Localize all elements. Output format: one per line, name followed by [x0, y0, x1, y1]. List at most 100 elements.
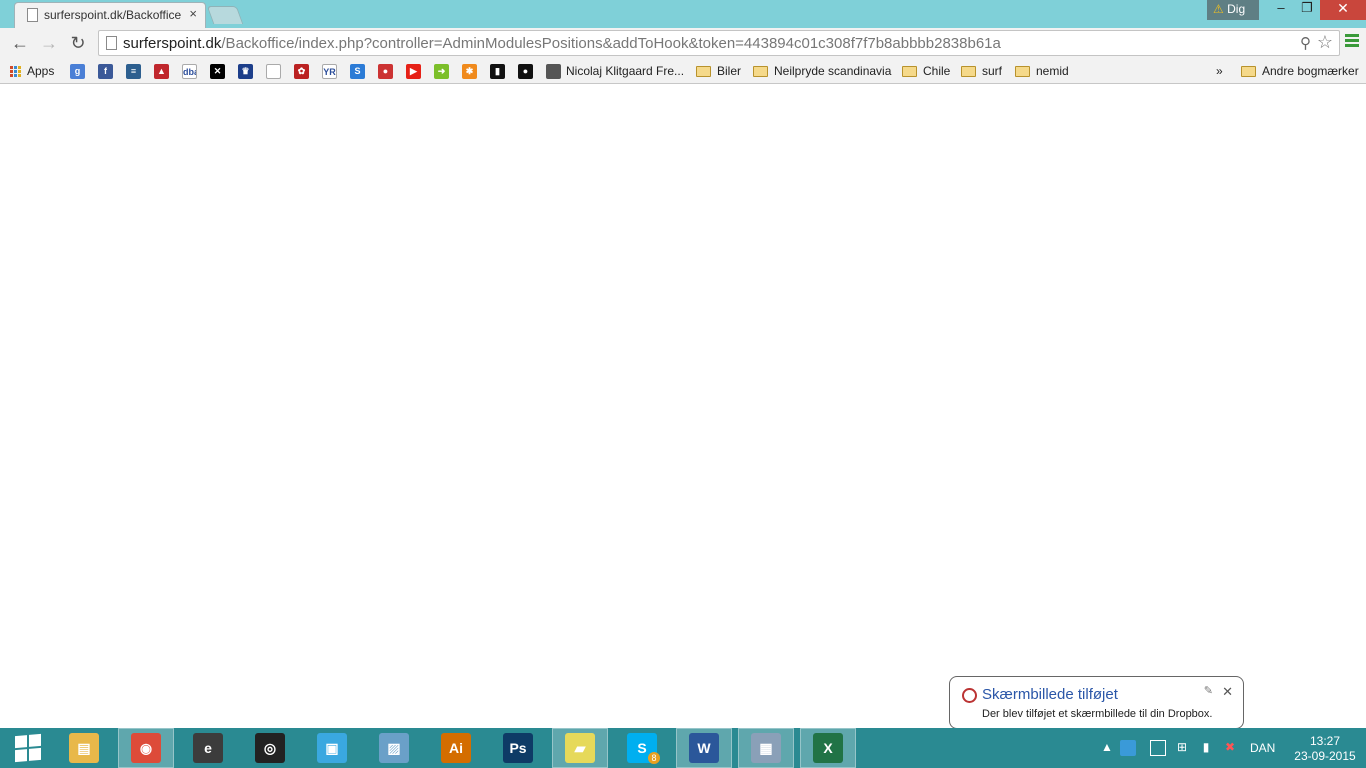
- clock-date: 23-09-2015: [1294, 749, 1356, 763]
- facebook-icon: f: [98, 64, 113, 80]
- title-bar: surferspoint.dk/Backoffice × ⚠ Dig – ❐ ✕: [0, 0, 1366, 28]
- url-path: /Backoffice/index.php?controller=AdminMo…: [221, 35, 1001, 52]
- menu-icon[interactable]: [1345, 34, 1359, 52]
- browser-toolbar: ← → ↻ surferspoint.dk/Backoffice/index.p…: [0, 28, 1366, 58]
- folder-icon: [1241, 66, 1256, 78]
- bookmark-folder-neilpryde[interactable]: Neilpryde scandinavia: [753, 62, 891, 80]
- bookmark-yr[interactable]: YR: [322, 62, 342, 80]
- excel-icon: X: [813, 733, 843, 763]
- bookmark-dba[interactable]: dba: [182, 62, 202, 80]
- bookmark-folder-biler[interactable]: Biler: [696, 62, 741, 80]
- close-icon[interactable]: ✕: [1222, 684, 1233, 700]
- bookmark-youtube[interactable]: ▶: [406, 62, 426, 80]
- back-arrow-icon[interactable]: ←: [9, 32, 31, 54]
- store-icon: ▣: [317, 733, 347, 763]
- black-circle-icon: ●: [518, 64, 533, 80]
- warning-badge[interactable]: ⚠ Dig: [1207, 0, 1259, 20]
- bookmark-green-arrow[interactable]: ➜: [434, 62, 454, 80]
- close-window-button[interactable]: ✕: [1320, 0, 1366, 20]
- bookmark-facebook[interactable]: f: [98, 62, 118, 80]
- network-app-icon[interactable]: [1120, 740, 1136, 756]
- car-icon: ●: [378, 64, 393, 80]
- app-e-icon: e: [193, 733, 223, 763]
- taskbar-word[interactable]: W: [676, 728, 732, 768]
- bookmark-folder-other[interactable]: Andre bogmærker: [1241, 62, 1359, 80]
- reload-icon[interactable]: ↻: [67, 32, 89, 54]
- folder-icon: [753, 66, 768, 78]
- taskbar-skype[interactable]: S8: [614, 728, 670, 768]
- youtube-icon: ▶: [406, 64, 421, 80]
- start-button[interactable]: [0, 728, 56, 768]
- taskbar-camera[interactable]: ◎: [242, 728, 298, 768]
- word-icon: W: [689, 733, 719, 763]
- taskbar-sticky-notes[interactable]: ▰: [552, 728, 608, 768]
- address-bar[interactable]: surferspoint.dk/Backoffice/index.php?con…: [98, 30, 1340, 56]
- bookmark-folder-nemid[interactable]: nemid: [1015, 62, 1069, 80]
- dba-icon: dba: [182, 64, 197, 80]
- bookmark-car[interactable]: ●: [378, 62, 398, 80]
- red-triangle-icon: ▲: [154, 64, 169, 80]
- maximize-button[interactable]: ❐: [1294, 0, 1320, 20]
- taskbar-file-explorer[interactable]: ▤: [56, 728, 112, 768]
- black-box-icon: ▮: [490, 64, 505, 80]
- bookmark-crown[interactable]: ♛: [238, 62, 258, 80]
- settings-wrench-icon[interactable]: ✎: [1204, 684, 1213, 697]
- bookmark-nicolaj[interactable]: Nicolaj Klitgaard Fre...: [546, 62, 684, 80]
- bookmark-label: Andre bogmærker: [1262, 64, 1359, 78]
- notification-title: Skærmbillede tilføjet: [982, 686, 1118, 703]
- bookmark-label: Biler: [717, 64, 742, 78]
- taskbar-excel[interactable]: X: [800, 728, 856, 768]
- taskbar-photos[interactable]: ▨: [366, 728, 422, 768]
- warning-icon: ⚠: [1213, 2, 1224, 16]
- forward-arrow-icon[interactable]: →: [38, 32, 60, 54]
- bookmark-red-triangle[interactable]: ▲: [154, 62, 174, 80]
- yr-icon: YR: [322, 64, 337, 80]
- crown-icon: ♛: [238, 64, 253, 80]
- minimize-button[interactable]: –: [1268, 0, 1294, 20]
- bookmark-orange-grid[interactable]: ✱: [462, 62, 482, 80]
- new-tab-button[interactable]: [206, 6, 244, 24]
- tab-active[interactable]: surferspoint.dk/Backoffice ×: [14, 2, 206, 28]
- taskbar-chrome[interactable]: ◉: [118, 728, 174, 768]
- bookmark-google[interactable]: g: [70, 62, 90, 80]
- tab-close-icon[interactable]: ×: [189, 6, 197, 21]
- power-icon[interactable]: ▮: [1198, 740, 1214, 756]
- file-explorer-icon: ▤: [69, 733, 99, 763]
- show-hidden-icons-arrow[interactable]: ▲: [1099, 740, 1115, 756]
- folder-icon: [902, 66, 917, 78]
- url-text[interactable]: surferspoint.dk/Backoffice/index.php?con…: [123, 35, 1001, 52]
- bookmark-black-box[interactable]: ▮: [490, 62, 510, 80]
- clock[interactable]: 13:27 23-09-2015: [1290, 734, 1360, 764]
- tab-title: surferspoint.dk/Backoffice: [44, 8, 182, 22]
- search-icon[interactable]: ⚲: [1300, 34, 1311, 52]
- bookmark-blank-page[interactable]: [266, 62, 286, 80]
- windows-logo-icon: [15, 733, 41, 763]
- bookmark-s[interactable]: S: [350, 62, 370, 80]
- dropbox-notification[interactable]: Skærmbillede tilføjet Der blev tilføjet …: [949, 676, 1244, 740]
- taskbar-illustrator[interactable]: Ai: [428, 728, 484, 768]
- action-center-icon[interactable]: [1150, 740, 1166, 756]
- taskbar-app-e[interactable]: e: [180, 728, 236, 768]
- camera-icon: ◎: [255, 733, 285, 763]
- bookmark-x[interactable]: ✕: [210, 62, 230, 80]
- bookmark-folder-chile[interactable]: Chile: [902, 62, 950, 80]
- bookmark-news[interactable]: ≡: [126, 62, 146, 80]
- s-icon: S: [350, 64, 365, 80]
- taskbar-calculator[interactable]: ▦: [738, 728, 794, 768]
- bookmark-apps[interactable]: Apps: [10, 62, 54, 80]
- photos-icon: ▨: [379, 733, 409, 763]
- warning-label: Dig: [1227, 2, 1246, 16]
- windows-icon[interactable]: ⊞: [1174, 740, 1190, 756]
- bookmark-folder-surf[interactable]: surf: [961, 62, 1002, 80]
- bookmark-label: Neilpryde scandinavia: [774, 64, 892, 78]
- bookmark-star-icon[interactable]: ☆: [1317, 32, 1333, 53]
- bookmark-emblem[interactable]: ✿: [294, 62, 314, 80]
- bookmark-black-circle[interactable]: ●: [518, 62, 538, 80]
- language-indicator[interactable]: DAN: [1250, 741, 1275, 755]
- page-content: [0, 85, 1366, 728]
- taskbar-store[interactable]: ▣: [304, 728, 360, 768]
- dropbox-tray-icon[interactable]: ✖: [1222, 740, 1238, 756]
- taskbar-photoshop[interactable]: Ps: [490, 728, 546, 768]
- news-icon: ≡: [126, 64, 141, 80]
- bookmarks-overflow-button[interactable]: »: [1216, 62, 1223, 80]
